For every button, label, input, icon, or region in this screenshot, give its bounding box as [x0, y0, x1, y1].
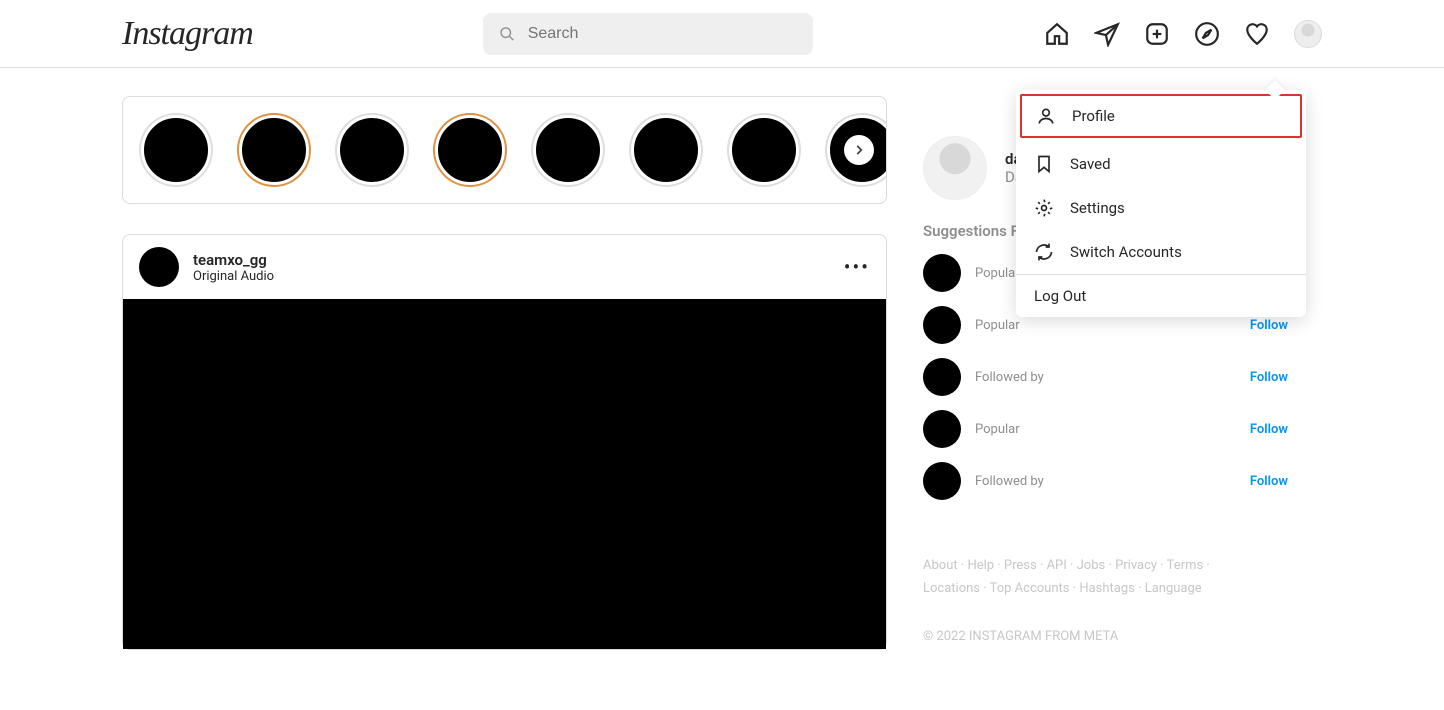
suggestion-reason: Followed by: [975, 370, 1236, 385]
dropdown-profile-label: Profile: [1072, 107, 1115, 125]
post-media[interactable]: [123, 299, 886, 649]
instagram-logo[interactable]: Instagram: [122, 15, 253, 53]
search-box[interactable]: [483, 13, 813, 55]
activity-icon[interactable]: [1244, 21, 1270, 47]
nav-icons: [1044, 20, 1322, 48]
suggestion-row: Followed by Follow: [923, 358, 1288, 396]
story-item[interactable]: [435, 115, 505, 185]
chevron-right-icon: [852, 143, 866, 157]
suggestion-avatar[interactable]: [923, 306, 961, 344]
profile-avatar-nav[interactable]: [1294, 20, 1322, 48]
profile-icon: [1036, 106, 1056, 126]
feed-column: teamxo_gg Original Audio •••: [122, 96, 887, 650]
home-icon[interactable]: [1044, 21, 1070, 47]
suggestion-avatar[interactable]: [923, 410, 961, 448]
suggestion-row: Followed by Follow: [923, 462, 1288, 500]
post-author-avatar[interactable]: [139, 247, 179, 287]
follow-button[interactable]: Follow: [1250, 422, 1288, 437]
search-icon: [499, 25, 515, 43]
dropdown-switch[interactable]: Switch Accounts: [1016, 230, 1306, 274]
story-item[interactable]: [729, 115, 799, 185]
switch-icon: [1034, 242, 1054, 262]
follow-button[interactable]: Follow: [1250, 370, 1288, 385]
footer-links: About · Help · Press · API · Jobs · Priv…: [923, 554, 1288, 601]
suggestion-avatar[interactable]: [923, 358, 961, 396]
footer-link-row[interactable]: About · Help · Press · API · Jobs · Priv…: [923, 558, 1210, 573]
story-item[interactable]: [533, 115, 603, 185]
follow-button[interactable]: Follow: [1250, 318, 1288, 333]
dropdown-settings[interactable]: Settings: [1016, 186, 1306, 230]
story-item[interactable]: [337, 115, 407, 185]
footer-link-row[interactable]: Locations · Top Accounts · Hashtags · La…: [923, 581, 1202, 596]
story-item[interactable]: [239, 115, 309, 185]
suggestion-reason: Followed by: [975, 474, 1236, 489]
profile-dropdown: Profile Saved Settings Switch Accounts L…: [1016, 90, 1306, 317]
dropdown-settings-label: Settings: [1070, 199, 1125, 217]
footer-copyright: © 2022 INSTAGRAM FROM META: [923, 629, 1288, 644]
bookmark-icon: [1034, 154, 1054, 174]
new-post-icon[interactable]: [1144, 21, 1170, 47]
dropdown-saved-label: Saved: [1070, 155, 1111, 173]
gear-icon: [1034, 198, 1054, 218]
dropdown-saved[interactable]: Saved: [1016, 142, 1306, 186]
suggestion-reason: Popular: [975, 422, 1236, 437]
suggestion-row: Popular Follow: [923, 410, 1288, 448]
post-username[interactable]: teamxo_gg: [193, 251, 830, 269]
sidebar-column: Profile Saved Settings Switch Accounts L…: [923, 96, 1288, 650]
dropdown-switch-label: Switch Accounts: [1070, 243, 1182, 261]
suggestion-avatar[interactable]: [923, 462, 961, 500]
stories-tray: [122, 96, 887, 204]
post-audio-label[interactable]: Original Audio: [193, 269, 830, 284]
post-more-button[interactable]: •••: [844, 255, 870, 279]
story-item[interactable]: [631, 115, 701, 185]
dropdown-logout-label: Log Out: [1034, 287, 1086, 305]
explore-icon[interactable]: [1194, 21, 1220, 47]
suggestion-reason: Popular: [975, 318, 1236, 333]
story-item[interactable]: [141, 115, 211, 185]
sidebar-user-avatar[interactable]: [923, 136, 987, 200]
dropdown-logout[interactable]: Log Out: [1016, 275, 1306, 317]
messages-icon[interactable]: [1094, 21, 1120, 47]
dropdown-profile[interactable]: Profile: [1020, 94, 1302, 138]
search-input[interactable]: [528, 25, 798, 43]
follow-button[interactable]: Follow: [1250, 474, 1288, 489]
feed-post: teamxo_gg Original Audio •••: [122, 234, 887, 650]
suggestion-avatar[interactable]: [923, 254, 961, 292]
post-header: teamxo_gg Original Audio •••: [123, 235, 886, 299]
stories-next-button[interactable]: [844, 135, 874, 165]
top-nav: Instagram: [0, 0, 1444, 68]
